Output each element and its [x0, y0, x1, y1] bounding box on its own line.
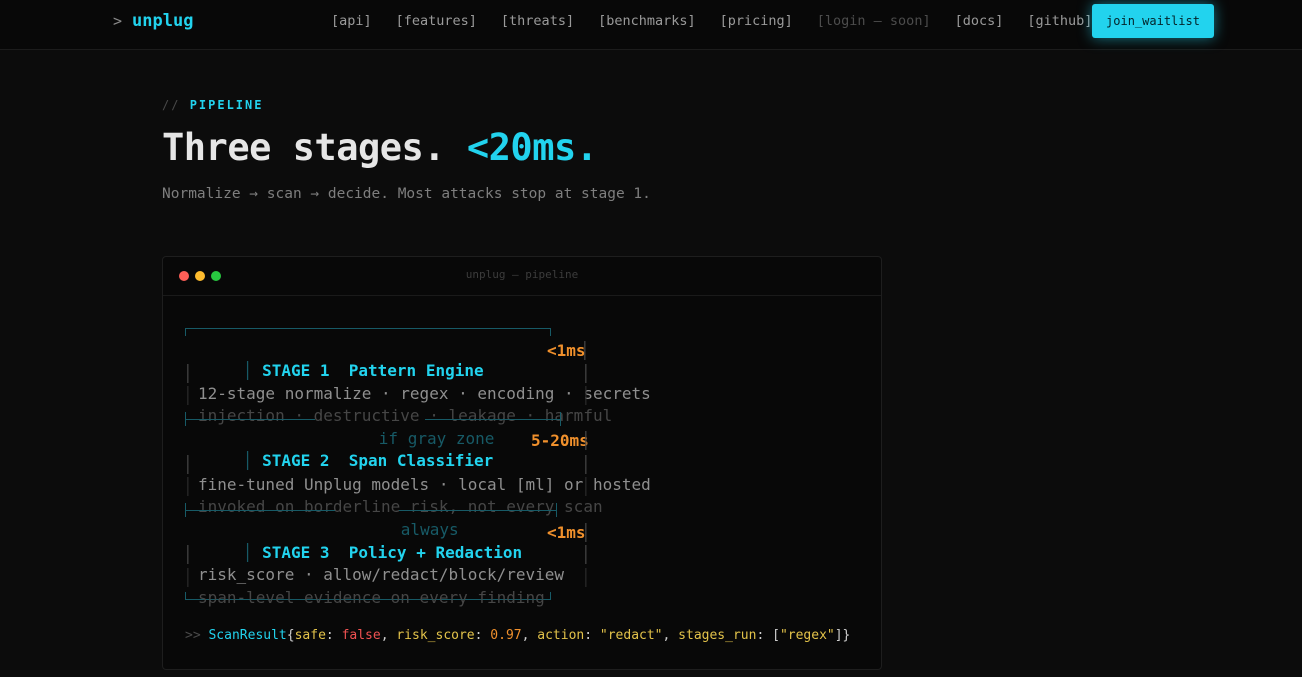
frame-top [185, 328, 551, 329]
headline-accent: <20ms. [466, 126, 598, 169]
result-stages-value: "regex" [779, 628, 835, 643]
top-nav: > unplug [api] [features] [threats] [ben… [0, 0, 1302, 50]
terminal-title: unplug — pipeline [465, 268, 579, 281]
nav-links: [api] [features] [threats] [benchmarks] … [331, 10, 1092, 32]
sep-1-right [425, 419, 561, 420]
result-prompt: >> [185, 628, 201, 643]
sep-1-right-tick [560, 412, 561, 426]
stage-3-line-2: │ span-level evidence on every finding │ [183, 568, 591, 607]
nav-link-features[interactable]: [features] [396, 13, 477, 29]
nav-link-benchmarks[interactable]: [benchmarks] [598, 13, 696, 29]
sep-2-right-tick [556, 503, 557, 517]
join-waitlist-button[interactable]: join_waitlist [1092, 4, 1214, 38]
frame-bottom-right-corner [550, 592, 551, 600]
stage-3-desc-2: span-level evidence on every finding [198, 588, 545, 607]
stage-3-line-1: │ risk_score · allow/redact/block/review … [183, 545, 591, 584]
stage-3-header: │ STAGE 3 Policy + Redaction <1ms │ [242, 523, 591, 562]
headline-main: Three stages. [162, 126, 446, 169]
stage-3-timing: <1ms [547, 523, 586, 542]
sep-1-left [185, 419, 315, 420]
stage-2-header: │ STAGE 2 Span Classifier 5-20ms │ [242, 431, 591, 470]
pipeline-terminal: unplug — pipeline │ STAGE 1 Pattern Engi… [162, 256, 882, 670]
nav-link-github[interactable]: [github] [1027, 13, 1092, 29]
nav-link-threats[interactable]: [threats] [501, 13, 574, 29]
eyebrow-prefix: // [162, 98, 181, 112]
stage-2-line-1: │ fine-tuned Unplug models · local [ml] o… [183, 455, 651, 494]
result-risk-key: risk_score [396, 628, 475, 643]
result-stages-key: stages_run [678, 628, 757, 643]
result-action-key: action [537, 628, 585, 643]
sep-1-left-tick [185, 412, 186, 426]
nav-link-login: [login — soon] [816, 13, 931, 29]
section-eyebrow: // PIPELINE [162, 98, 263, 112]
nav-link-docs[interactable]: [docs] [955, 13, 1004, 29]
result-action-value: "redact" [599, 628, 663, 643]
sep-2-right [399, 510, 557, 511]
page-title: Three stages. <20ms. [162, 126, 598, 169]
frame-top-left-corner [185, 328, 186, 336]
sep-2-left-tick [185, 503, 186, 517]
sep-2-left [185, 510, 335, 511]
logo[interactable]: > unplug [113, 10, 193, 32]
result-risk-value: 0.97 [490, 628, 522, 643]
stage-1-line-2: │ injection · destructive · leakage · har… [183, 386, 613, 425]
logo-text: unplug [132, 11, 194, 31]
frame-top-right-corner [550, 328, 551, 336]
result-safe-value: false [341, 628, 381, 643]
stage-1-line-1: │ 12-stage normalize · regex · encoding ·… [183, 364, 651, 403]
nav-link-api[interactable]: [api] [331, 13, 372, 29]
page-subtitle: Normalize → scan → decide. Most attacks … [162, 186, 651, 202]
scan-result-line: >> ScanResult{safe: false, risk_score: 0… [185, 628, 851, 643]
stage-1-header: │ STAGE 1 Pattern Engine <1ms │ [242, 341, 590, 380]
prompt-icon: > [113, 12, 123, 30]
result-safe-key: safe [294, 628, 326, 643]
nav-link-pricing[interactable]: [pricing] [720, 13, 793, 29]
stage-2-line-2: │ invoked on borderline risk, not every s… [183, 477, 603, 516]
result-type: ScanResult [208, 628, 287, 643]
eyebrow-label: PIPELINE [189, 98, 264, 112]
terminal-titlebar: unplug — pipeline [163, 257, 881, 296]
